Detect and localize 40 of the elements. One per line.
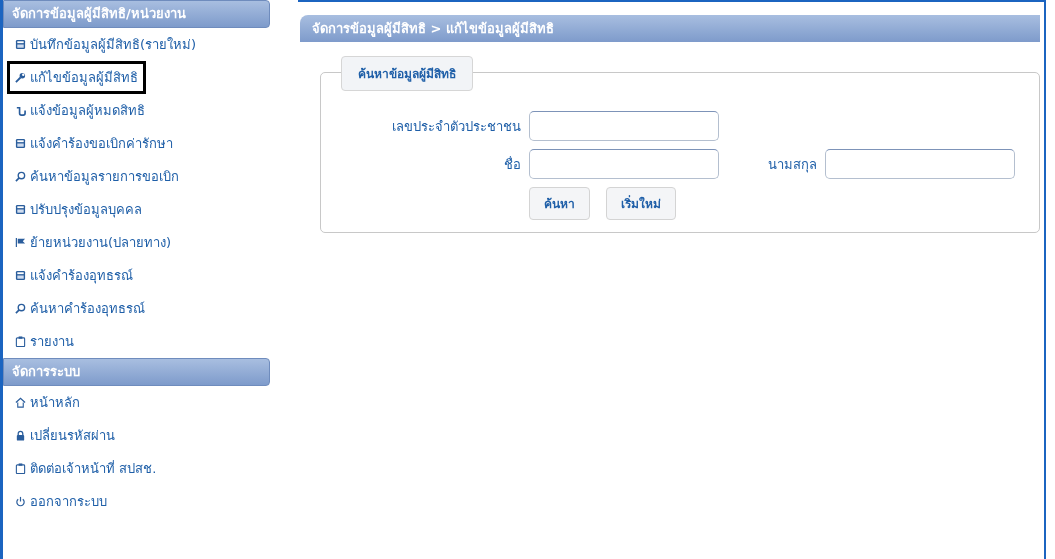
menu-item[interactable]: ปรับปรุงข้อมูลบุคคล bbox=[7, 193, 150, 226]
menu-item[interactable]: บันทึกข้อมูลผู้มีสิทธิ(รายใหม่) bbox=[7, 28, 205, 61]
wrench-icon bbox=[15, 72, 26, 83]
menu-item[interactable]: หน้าหลัก bbox=[7, 386, 88, 419]
form-button[interactable]: ค้นหา bbox=[529, 187, 590, 220]
menu-section-header: จัดการข้อมูลผู้มีสิทธิ/หน่วยงาน bbox=[3, 0, 270, 28]
breadcrumb-header: จัดการข้อมูลผู้มีสิทธิ > แก้ไขข้อมูลผู้มีสิทธิ bbox=[300, 15, 1040, 42]
lock-icon bbox=[15, 430, 26, 441]
menu-item[interactable]: ย้ายหน่วยงาน(ปลายทาง) bbox=[7, 226, 180, 259]
clipboard-icon bbox=[15, 336, 26, 347]
power-icon bbox=[15, 496, 26, 507]
input-field[interactable] bbox=[529, 111, 719, 141]
input-field[interactable] bbox=[825, 149, 1015, 179]
input-field[interactable] bbox=[529, 149, 719, 179]
calculator-icon bbox=[15, 138, 26, 149]
flag-icon bbox=[15, 237, 26, 248]
clipboard-icon bbox=[15, 463, 26, 474]
menu-item[interactable]: ค้นหาคำร้องอุทธรณ์ bbox=[7, 292, 153, 325]
form-legend: ค้นหาข้อมูลผู้มีสิทธิ bbox=[341, 56, 473, 91]
field-label: นามสกุล bbox=[767, 155, 817, 175]
menu-item[interactable]: ค้นหาข้อมูลรายการขอเบิก bbox=[7, 160, 187, 193]
calculator-icon bbox=[15, 204, 26, 215]
menu-item[interactable]: แจ้งคำร้องขอเบิกค่ารักษา bbox=[7, 127, 181, 160]
search-icon bbox=[15, 303, 26, 314]
menu-item[interactable]: เปลี่ยนรหัสผ่าน bbox=[7, 419, 123, 452]
calculator-icon bbox=[15, 270, 26, 281]
home-icon bbox=[15, 397, 26, 408]
form-button[interactable]: เริ่มใหม่ bbox=[606, 187, 676, 220]
menu-item[interactable]: รายงาน bbox=[7, 325, 82, 358]
field-label: เลขประจำตัวประชาชน bbox=[391, 117, 521, 136]
menu-item[interactable]: แจ้งคำร้องอุทธรณ์ bbox=[7, 259, 141, 292]
field-label: ชื่อ bbox=[503, 155, 521, 174]
calculator-icon bbox=[15, 39, 26, 50]
menu-item[interactable]: แก้ไขข้อมูลผู้มีสิทธิ bbox=[7, 61, 146, 94]
menu-item[interactable]: ติดต่อเจ้าหน้าที่ สปสช. bbox=[7, 452, 165, 485]
menu-item[interactable]: แจ้งข้อมูลผู้หมดสิทธิ bbox=[7, 94, 153, 127]
hook-icon bbox=[15, 105, 26, 116]
menu-section-header: จัดการระบบ bbox=[3, 358, 270, 386]
menu-item[interactable]: ออกจากระบบ bbox=[7, 485, 115, 518]
search-icon bbox=[15, 171, 26, 182]
